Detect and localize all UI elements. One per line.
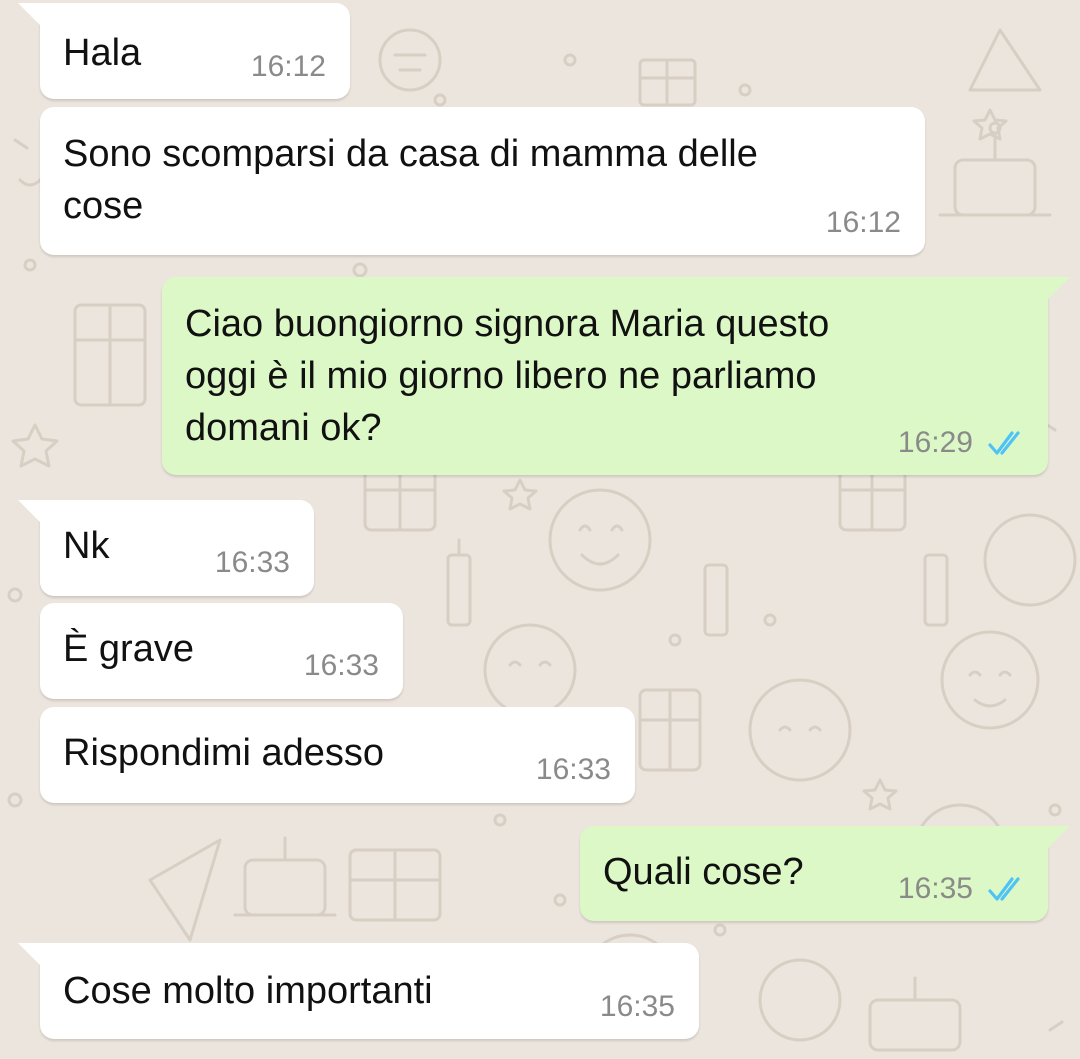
- message-text: Nk: [63, 525, 110, 567]
- incoming-message-bubble[interactable]: Cose molto importanti 16:35: [18, 943, 699, 1039]
- message-text: Hala: [63, 32, 142, 74]
- outgoing-message-bubble[interactable]: Ciao buongiorno signora Maria questo ogg…: [162, 277, 1070, 475]
- double-check-icon: [988, 877, 1020, 901]
- message-timestamp: 16:35: [897, 872, 973, 905]
- message-timestamp: 16:33: [214, 546, 290, 579]
- bubble-tail: [1048, 826, 1070, 848]
- message-timestamp: 16:33: [535, 753, 611, 786]
- bubble-tail: [18, 500, 40, 522]
- message-text: Quali cose?: [603, 851, 804, 893]
- incoming-message-bubble[interactable]: Rispondimi adesso 16:33: [40, 707, 635, 803]
- message-text: Ciao buongiorno signora Maria questo ogg…: [185, 303, 830, 449]
- message-timestamp: 16:12: [825, 206, 901, 239]
- message-timestamp: 16:12: [250, 50, 326, 83]
- incoming-message-bubble[interactable]: Nk 16:33: [18, 500, 314, 596]
- message-timestamp: 16:33: [303, 649, 379, 682]
- double-check-icon: [988, 431, 1020, 455]
- bubble-tail: [1048, 277, 1070, 299]
- outgoing-message-bubble[interactable]: Quali cose? 16:35: [580, 826, 1070, 921]
- message-text: Sono scomparsi da casa di mamma delle co…: [63, 133, 758, 227]
- message-text: È grave: [63, 628, 194, 670]
- message-text: Rispondimi adesso: [63, 732, 385, 774]
- incoming-message-bubble[interactable]: È grave 16:33: [40, 603, 403, 699]
- message-timestamp: 16:29: [897, 426, 973, 459]
- message-text: Cose molto importanti: [63, 970, 433, 1012]
- incoming-message-bubble[interactable]: Hala 16:12: [18, 3, 350, 99]
- incoming-message-bubble[interactable]: Sono scomparsi da casa di mamma delle co…: [40, 107, 925, 255]
- bubble-tail: [18, 943, 40, 965]
- message-timestamp: 16:35: [599, 990, 675, 1023]
- bubble-tail: [18, 3, 40, 25]
